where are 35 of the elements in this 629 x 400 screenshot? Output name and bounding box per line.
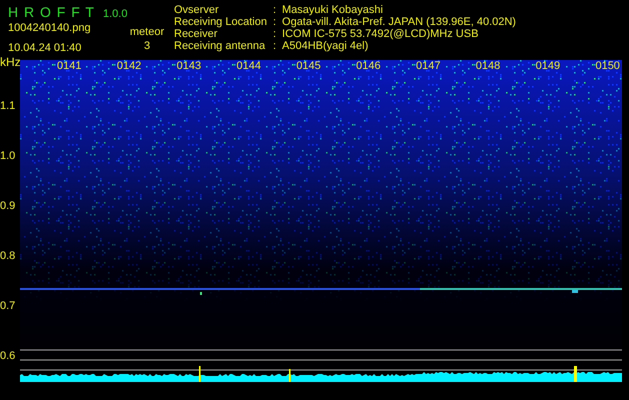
time-label: 0141 (57, 60, 82, 72)
app-version: 1.0.0 (102, 8, 128, 20)
axis-label: 0.7 (0, 300, 16, 314)
axis-label: 1.0 (0, 150, 16, 164)
info-separator: : (272, 16, 276, 28)
info-value: A504HB(yagi 4el) (282, 40, 370, 52)
time-label: 0148 (476, 60, 500, 72)
axis-unit: kHz (0, 56, 20, 71)
time-label: 0146 (356, 60, 381, 72)
info-label: Receiving Location (174, 16, 267, 28)
axis-label: 0.9 (0, 200, 16, 214)
time-label: 0150 (595, 60, 620, 72)
axis-label: 1.1 (0, 100, 16, 114)
time-label: 0147 (416, 60, 440, 72)
info-separator: : (272, 28, 276, 40)
time-label: 0145 (296, 60, 321, 72)
info-value: ICOM IC-575 53.7492(@LCD)MHz USB (282, 28, 480, 40)
app-name: H R O F F T (8, 4, 95, 20)
info-label: Receiver (174, 28, 218, 40)
info-label: Receiving antenna (174, 40, 266, 52)
meteor-label: meteor (130, 26, 164, 38)
file-name: 1004240140.png (8, 22, 92, 34)
time-label: 0142 (116, 60, 142, 72)
info-label: Ovserver (174, 4, 220, 16)
time-label: 0149 (536, 60, 560, 72)
axis-label: 0.6 (0, 350, 16, 364)
time-label: 0143 (176, 60, 202, 72)
info-separator: : (272, 40, 276, 52)
axis-label: 0.8 (0, 250, 16, 264)
info-value: Ogata-vill. Akita-Pref. JAPAN (139.96E, 40.02N) (282, 16, 516, 28)
date-time: 10.04.24 01:40 (8, 42, 82, 54)
time-label: 0144 (236, 60, 261, 72)
info-separator: : (272, 4, 276, 16)
meteor-count: 3 (144, 40, 150, 52)
info-value: Masayuki Kobayashi (282, 4, 384, 16)
